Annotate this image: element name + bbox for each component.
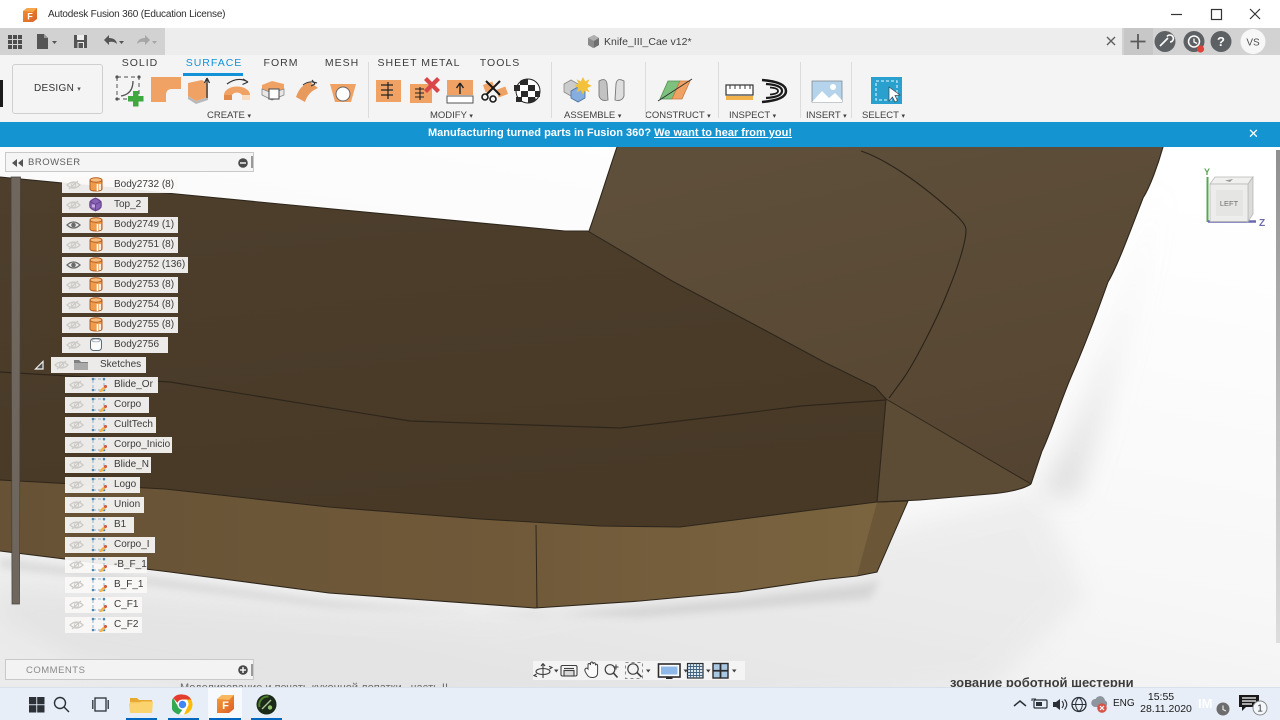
svg-text:LEFT: LEFT [1220, 199, 1239, 208]
svg-text:Y: Y [1204, 167, 1210, 177]
svg-text:F: F [27, 12, 33, 22]
svg-text:VS: VS [1246, 38, 1260, 49]
svg-text:?: ? [1217, 34, 1225, 49]
svg-text:1: 1 [1257, 704, 1263, 715]
svg-text:F: F [222, 700, 229, 712]
svg-text:Z: Z [1259, 218, 1265, 229]
